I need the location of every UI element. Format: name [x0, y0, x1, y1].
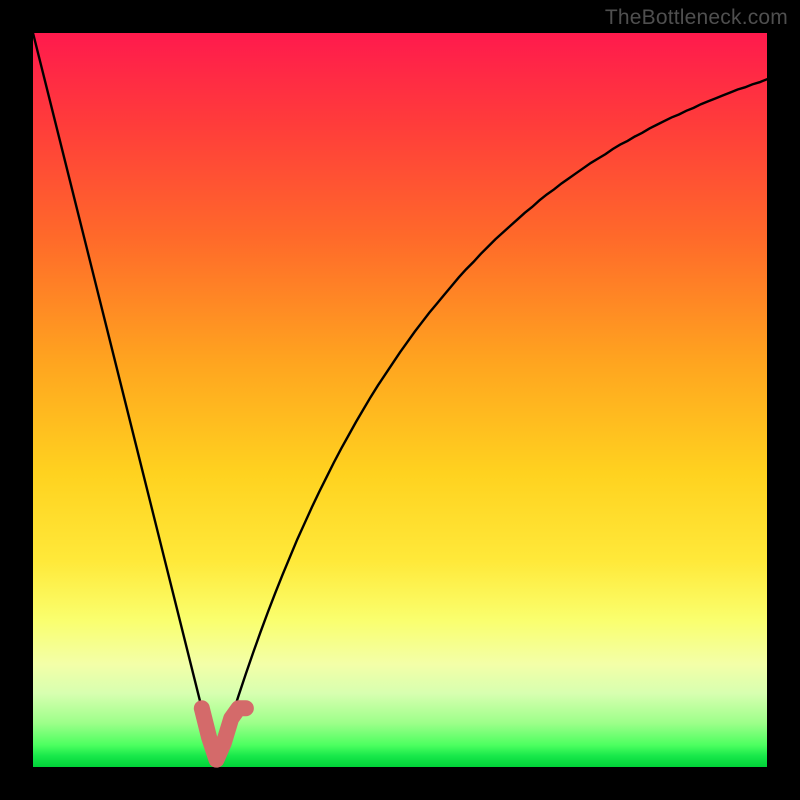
optimal-zone-marker [202, 708, 246, 759]
watermark-text: TheBottleneck.com [605, 6, 788, 30]
bottleneck-curve-svg [33, 33, 767, 767]
bottleneck-curve [33, 33, 767, 767]
gradient-plot-area [33, 33, 767, 767]
